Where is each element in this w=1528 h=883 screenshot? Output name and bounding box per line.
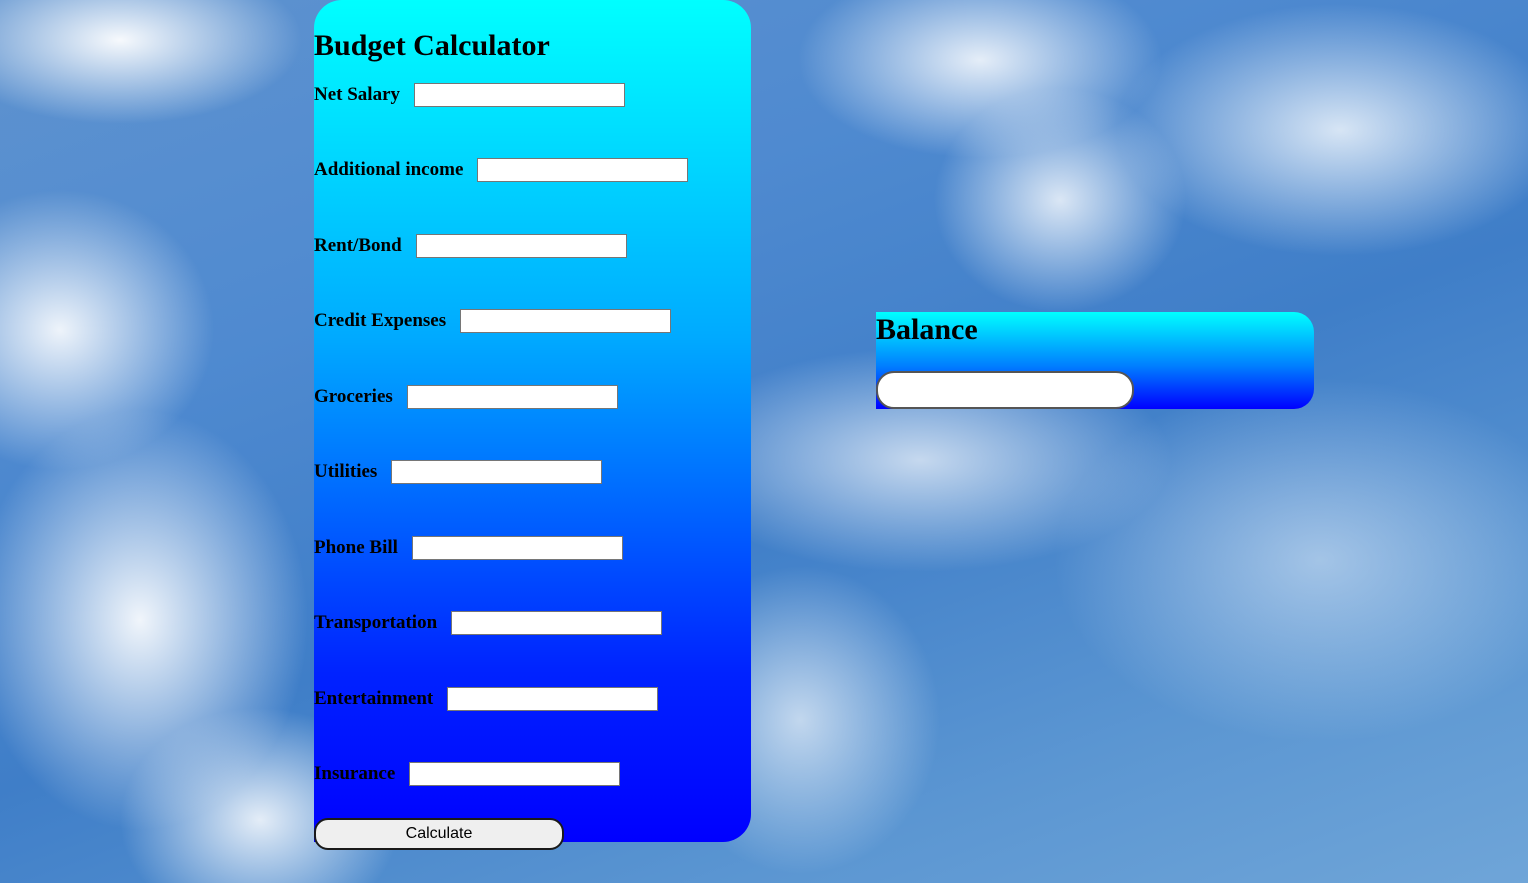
budget-calculator-panel [314,0,751,842]
additional-income-label: Additional income [314,159,464,180]
utilities-label: Utilities [314,461,378,482]
additional-income-input[interactable] [477,158,689,182]
credit-expenses-label: Credit Expenses [314,310,447,331]
transportation-label: Transportation [314,612,438,633]
entertainment-label: Entertainment [314,688,434,709]
field-row-net-salary: Net Salary [314,82,626,108]
insurance-label: Insurance [314,763,396,784]
groceries-input[interactable] [406,385,618,409]
credit-expenses-input[interactable] [460,309,672,333]
net-salary-label: Net Salary [314,84,401,105]
entertainment-input[interactable] [447,687,659,711]
calculator-title: Budget Calculator [314,29,550,62]
field-row-transportation: Transportation [314,610,663,636]
phone-bill-label: Phone Bill [314,537,398,558]
field-row-insurance: Insurance [314,761,621,787]
field-row-additional-income: Additional income [314,157,689,183]
field-row-rent-bond: Rent/Bond [314,233,627,259]
field-row-phone-bill: Phone Bill [314,535,623,561]
utilities-input[interactable] [391,460,603,484]
rent-bond-label: Rent/Bond [314,235,402,256]
groceries-label: Groceries [314,386,393,407]
insurance-input[interactable] [409,762,621,786]
field-row-utilities: Utilities [314,459,603,485]
field-row-entertainment: Entertainment [314,686,659,712]
net-salary-input[interactable] [414,83,626,107]
balance-output-field[interactable] [876,371,1134,409]
transportation-input[interactable] [451,611,663,635]
calculate-button[interactable]: Calculate [314,818,564,850]
field-row-groceries: Groceries [314,384,618,410]
balance-title: Balance [876,313,978,346]
rent-bond-input[interactable] [415,234,627,258]
phone-bill-input[interactable] [411,536,623,560]
field-row-credit-expenses: Credit Expenses [314,308,672,334]
